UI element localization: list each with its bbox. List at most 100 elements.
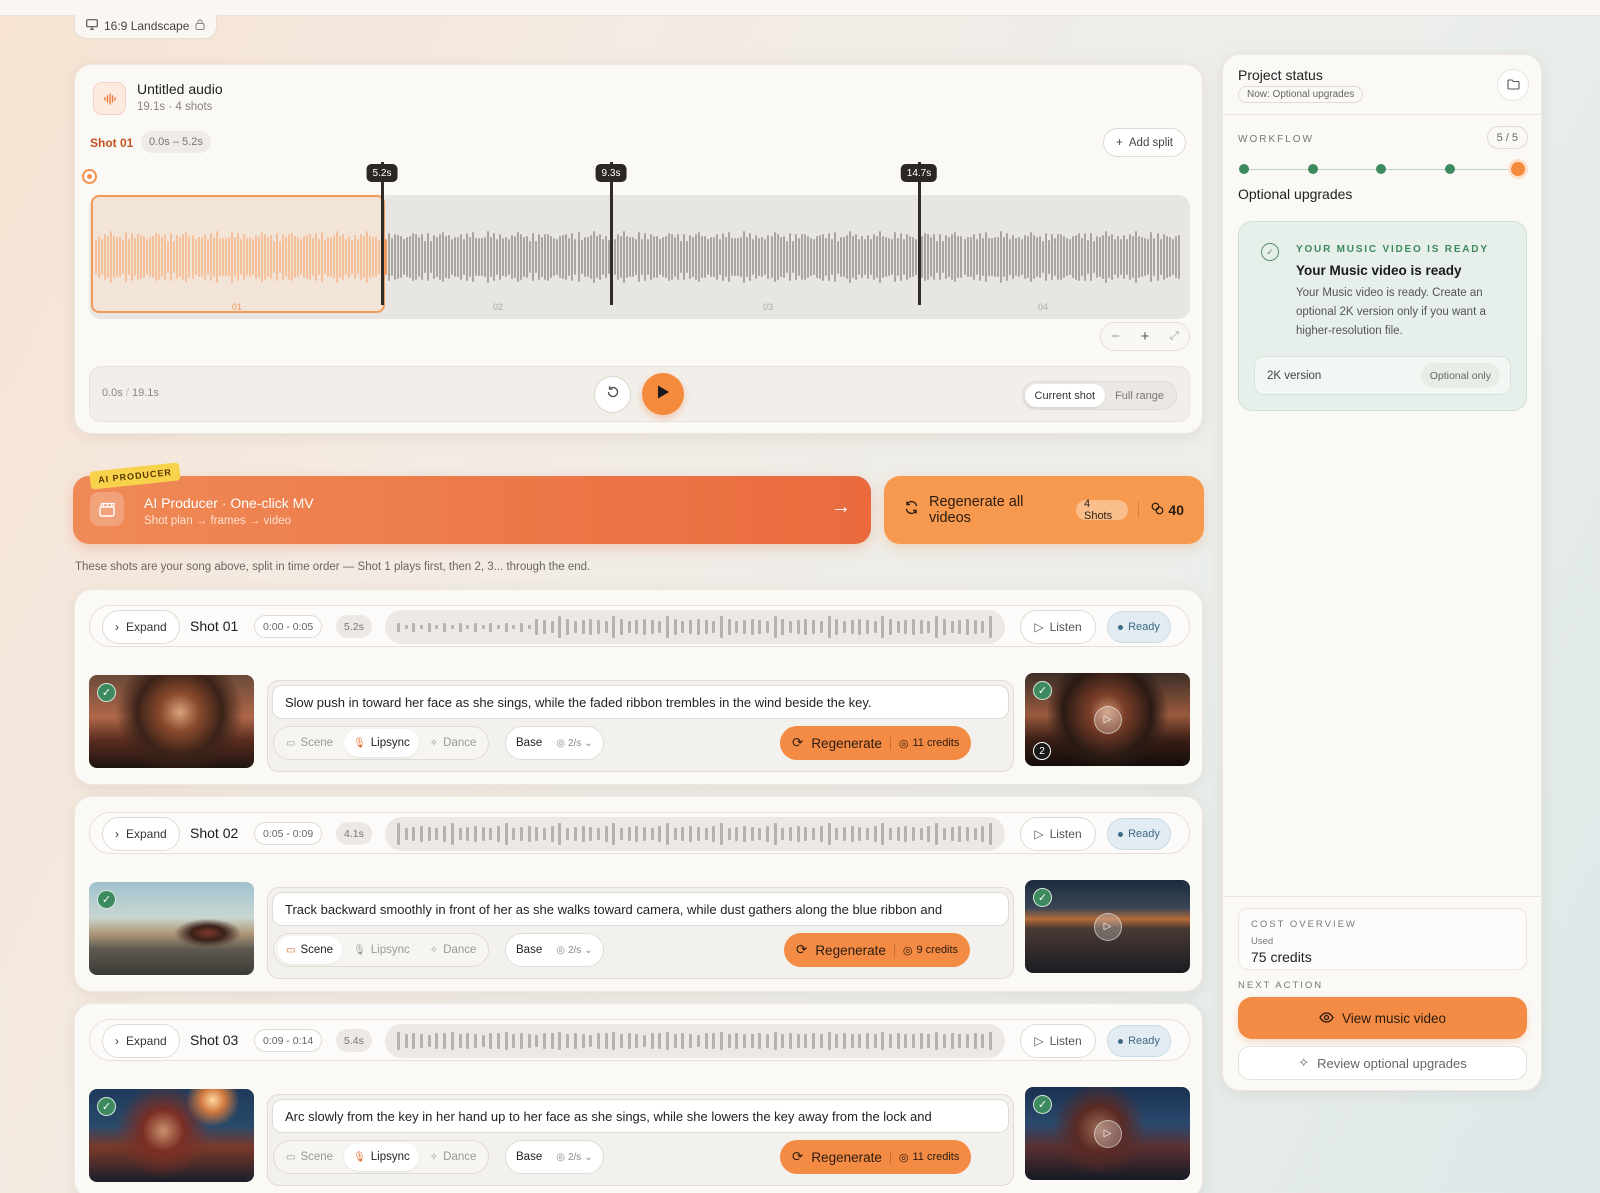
review-upgrades-button[interactable]: ✧ Review optional upgrades (1238, 1046, 1527, 1080)
replay-button[interactable] (594, 376, 631, 413)
waveform-bar (523, 237, 526, 277)
workflow-step-4 (1444, 164, 1455, 174)
view-music-video-button[interactable]: View music video (1238, 997, 1527, 1039)
chevron-right-icon: › (115, 827, 119, 841)
mode-lipsync[interactable]: 🎙 Lipsync (344, 1143, 419, 1171)
video-thumbnail[interactable]: ✓ ▷ (1025, 1087, 1190, 1180)
waveform-bar (628, 237, 631, 277)
mode-dance[interactable]: ✧ Dance (421, 936, 486, 964)
waveform-bar (627, 1033, 631, 1049)
play-icon[interactable]: ▷ (1093, 705, 1122, 734)
shot-waveform[interactable] (385, 610, 1005, 644)
waveform-bar (565, 233, 568, 281)
listen-button[interactable]: ▷ Listen (1020, 1024, 1096, 1058)
listen-button[interactable]: ▷ Listen (1020, 817, 1096, 851)
mode-scene[interactable]: ▭ Scene (277, 729, 342, 757)
expand-button[interactable]: › Expand (102, 1024, 180, 1058)
waveform-bar (850, 619, 854, 635)
shot-waveform[interactable] (385, 1024, 1005, 1058)
quality-selector[interactable]: Base ◎ 2/s ⌄ (505, 726, 604, 760)
mode-lipsync[interactable]: 🎙 Lipsync (344, 729, 419, 757)
regenerate-cost: ◎ 9 credits (893, 943, 958, 957)
waveform-bar (1156, 233, 1159, 281)
waveform-bar (930, 237, 933, 277)
play-icon[interactable]: ▷ (1093, 912, 1122, 941)
shot-waveform[interactable] (385, 817, 1005, 851)
video-thumbnail[interactable]: ✓ ▷ (1025, 880, 1190, 973)
waveform-bar (827, 823, 831, 845)
mode-dance-label: Dance (443, 737, 477, 749)
mode-lipsync[interactable]: 🎙 Lipsync (344, 936, 419, 964)
split-marker-1[interactable] (381, 162, 384, 305)
aspect-ratio-selector[interactable]: 16:9 Landscape (74, 14, 218, 39)
waveform-bar (435, 237, 438, 277)
prompt-input[interactable]: Arc slowly from the key in her hand up t… (272, 1099, 1009, 1133)
regenerate-button[interactable]: ⟳ Regenerate ◎ 11 credits (780, 726, 972, 760)
mode-dance[interactable]: ✧ Dance (421, 1143, 486, 1171)
expand-icon[interactable]: ⤢ (1170, 330, 1179, 343)
mode-dance[interactable]: ✧ Dance (421, 729, 486, 757)
waveform-bar (973, 1033, 977, 1049)
waveform-bar (912, 1034, 916, 1048)
selected-segment-highlight[interactable] (91, 195, 385, 313)
upgrade-option-label: 2K version (1267, 369, 1322, 382)
waveform-bar (854, 234, 857, 280)
mode-scene[interactable]: ▭ Scene (277, 1143, 342, 1171)
zoom-out-icon[interactable]: − (1111, 328, 1120, 345)
split-marker-2-time: 9.3s (595, 164, 627, 182)
playhead-handle[interactable] (82, 169, 97, 184)
play-icon[interactable]: ▷ (1093, 1119, 1122, 1148)
regenerate-button[interactable]: ⟳ Regenerate ◎ 11 credits (780, 1140, 972, 1174)
waveform-bar (950, 621, 954, 633)
range-current-shot[interactable]: Current shot (1024, 384, 1106, 407)
waveform-bar (791, 240, 794, 274)
shot-name: Shot 02 (190, 825, 239, 841)
shot-card-1: › Expand Shot 01 0:00 - 0:05 5.2s ▷ Listen… (74, 589, 1203, 785)
split-marker-2[interactable] (610, 162, 613, 305)
waveform-bar (592, 231, 595, 283)
folder-button[interactable] (1497, 69, 1529, 101)
regenerate-button[interactable]: ⟳ Regenerate ◎ 9 credits (784, 933, 971, 967)
mode-scene[interactable]: ▭ Scene (277, 936, 343, 964)
project-status-panel: Project status Now: Optional upgrades WO… (1222, 54, 1542, 1091)
play-icon: ▷ (1034, 1034, 1044, 1048)
regenerate-all-button[interactable]: Regenerate all videos 4 Shots 40 (884, 476, 1204, 544)
credits-icon (1151, 502, 1164, 518)
waveform-bar (785, 241, 788, 273)
expand-button[interactable]: › Expand (102, 610, 180, 644)
waveform-bar (896, 1033, 900, 1049)
prompt-input[interactable]: Slow push in toward her face as she sing… (272, 685, 1009, 719)
zoom-in-icon[interactable]: + (1141, 328, 1150, 345)
waveform-bar (604, 826, 608, 842)
waveform-bar (1123, 235, 1126, 279)
quality-selector[interactable]: Base ◎ 2/s ⌄ (505, 933, 604, 967)
upgrade-option-2k[interactable]: 2K version Optional only (1254, 356, 1511, 395)
quality-selector[interactable]: Base ◎ 2/s ⌄ (505, 1140, 604, 1174)
waveform-bar (755, 234, 758, 280)
waveform-bar (812, 827, 816, 841)
waveform-bar (712, 1033, 716, 1049)
range-full[interactable]: Full range (1105, 384, 1174, 407)
play-button[interactable] (642, 373, 684, 415)
video-thumbnail[interactable]: ✓ ▷ 2 (1025, 673, 1190, 766)
camera-icon: ▭ (286, 737, 296, 749)
waveform-bar (432, 235, 435, 279)
split-marker-3[interactable] (918, 162, 921, 305)
waveform-bar (789, 1033, 793, 1049)
add-split-button[interactable]: + Add split (1103, 128, 1186, 157)
waveform-bar (581, 620, 585, 634)
waveform-bar (484, 237, 487, 277)
waveform-bar (1081, 238, 1084, 276)
start-frame-thumbnail[interactable]: ✓ (89, 882, 254, 975)
waveform-bar (450, 625, 454, 629)
ai-producer-banner[interactable]: AI PRODUCER AI Producer · One-click MV S… (73, 462, 871, 544)
start-frame-thumbnail[interactable]: ✓ (89, 1089, 254, 1182)
waveform-bar (680, 240, 683, 274)
waveform-bar (529, 241, 532, 273)
expand-button[interactable]: › Expand (102, 817, 180, 851)
start-frame-thumbnail[interactable]: ✓ (89, 675, 254, 768)
listen-button[interactable]: ▷ Listen (1020, 610, 1096, 644)
prompt-input[interactable]: Track backward smoothly in front of her … (272, 892, 1009, 926)
view-music-video-label: View music video (1341, 1010, 1447, 1026)
waveform-bar (727, 619, 731, 635)
